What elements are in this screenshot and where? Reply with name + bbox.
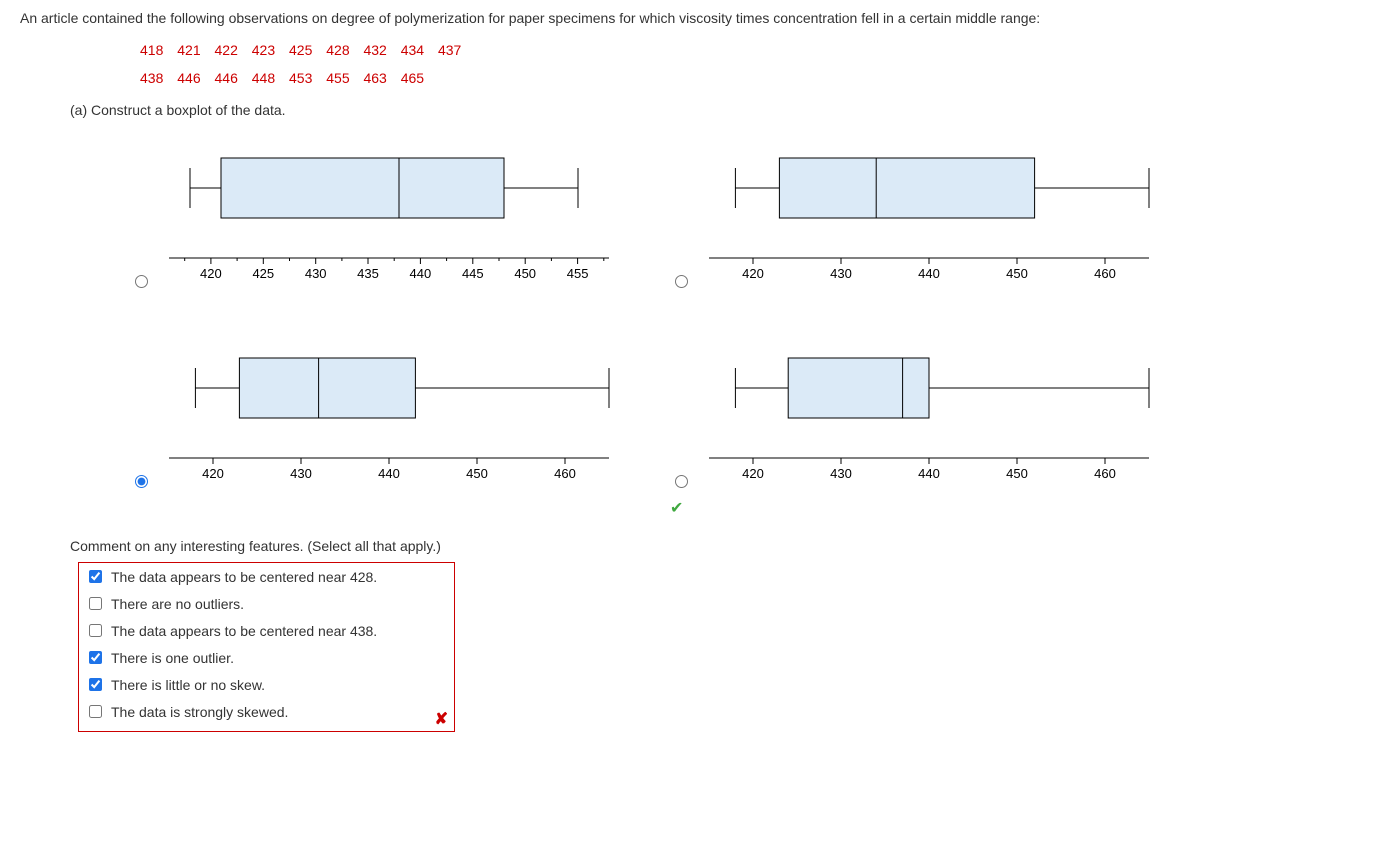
checkbox-2[interactable] — [89, 597, 102, 610]
svg-text:455: 455 — [567, 266, 589, 281]
svg-text:445: 445 — [462, 266, 484, 281]
boxplot-options: 420 425 430 435 440 445 450 455 — [130, 138, 1190, 498]
checkbox-group: The data appears to be centered near 428… — [78, 562, 455, 732]
svg-text:450: 450 — [466, 466, 488, 481]
svg-text:430: 430 — [830, 266, 852, 281]
radio-option-1[interactable] — [135, 275, 148, 288]
radio-option-3[interactable] — [135, 475, 148, 488]
boxplot-option-3[interactable]: 420 430 440 450 460 — [130, 338, 650, 498]
svg-text:420: 420 — [742, 466, 764, 481]
comment-prompt: Comment on any interesting features. (Se… — [70, 538, 1365, 554]
svg-text:450: 450 — [1006, 466, 1028, 481]
checkbox-row-3[interactable]: The data appears to be centered near 438… — [79, 617, 454, 644]
checkbox-row-2[interactable]: There are no outliers. — [79, 590, 454, 617]
checkbox-4[interactable] — [89, 651, 102, 664]
checkbox-row-5[interactable]: There is little or no skew. — [79, 671, 454, 698]
boxplot-option-2[interactable]: 420 430 440 450 460 — [670, 138, 1190, 298]
svg-text:430: 430 — [830, 466, 852, 481]
svg-text:460: 460 — [1094, 466, 1116, 481]
checkbox-row-4[interactable]: There is one outlier. — [79, 644, 454, 671]
part-a-label: (a) Construct a boxplot of the data. — [70, 102, 1365, 118]
boxplot-option-1[interactable]: 420 425 430 435 440 445 450 455 — [130, 138, 650, 298]
intro-text: An article contained the following obser… — [20, 10, 1365, 26]
svg-text:430: 430 — [290, 466, 312, 481]
radio-option-2[interactable] — [675, 275, 688, 288]
checkbox-5[interactable] — [89, 678, 102, 691]
boxplot-svg-2: 420 430 440 450 460 — [699, 138, 1190, 298]
checkbox-label-4: There is one outlier. — [111, 650, 234, 666]
checkbox-label-2: There are no outliers. — [111, 596, 244, 612]
checkbox-label-1: The data appears to be centered near 428… — [111, 569, 377, 585]
checkbox-3[interactable] — [89, 624, 102, 637]
checkmark-icon: ✔ — [670, 498, 683, 518]
data-row-2: 438 446 446 448 453 455 463 465 — [140, 64, 1365, 92]
checkbox-row-1[interactable]: The data appears to be centered near 428… — [79, 563, 454, 590]
checkbox-label-3: The data appears to be centered near 438… — [111, 623, 377, 639]
checkbox-label-6: The data is strongly skewed. — [111, 704, 288, 720]
x-mark-icon: ✘ — [435, 709, 448, 729]
svg-text:420: 420 — [742, 266, 764, 281]
boxplot-svg-4: 420 430 440 450 460 — [699, 338, 1190, 498]
svg-text:440: 440 — [378, 466, 400, 481]
boxplot-option-4[interactable]: ✔ 420 430 440 450 460 — [670, 338, 1190, 498]
boxplot-svg-1: 420 425 430 435 440 445 450 455 — [159, 138, 650, 298]
svg-text:440: 440 — [410, 266, 432, 281]
checkbox-label-5: There is little or no skew. — [111, 677, 265, 693]
data-values: 418 421 422 423 425 428 432 434 437 438 … — [140, 36, 1365, 92]
data-row-1: 418 421 422 423 425 428 432 434 437 — [140, 36, 1365, 64]
svg-text:450: 450 — [1006, 266, 1028, 281]
svg-text:420: 420 — [200, 266, 222, 281]
checkbox-row-6[interactable]: The data is strongly skewed. — [79, 698, 454, 725]
boxplot-svg-3: 420 430 440 450 460 — [159, 338, 650, 498]
svg-text:420: 420 — [202, 466, 224, 481]
checkbox-1[interactable] — [89, 570, 102, 583]
svg-text:425: 425 — [252, 266, 274, 281]
svg-text:430: 430 — [305, 266, 327, 281]
svg-text:440: 440 — [918, 266, 940, 281]
svg-text:450: 450 — [514, 266, 536, 281]
checkbox-6[interactable] — [89, 705, 102, 718]
radio-option-4[interactable] — [675, 475, 688, 488]
svg-text:460: 460 — [554, 466, 576, 481]
svg-text:460: 460 — [1094, 266, 1116, 281]
svg-text:440: 440 — [918, 466, 940, 481]
svg-text:435: 435 — [357, 266, 379, 281]
